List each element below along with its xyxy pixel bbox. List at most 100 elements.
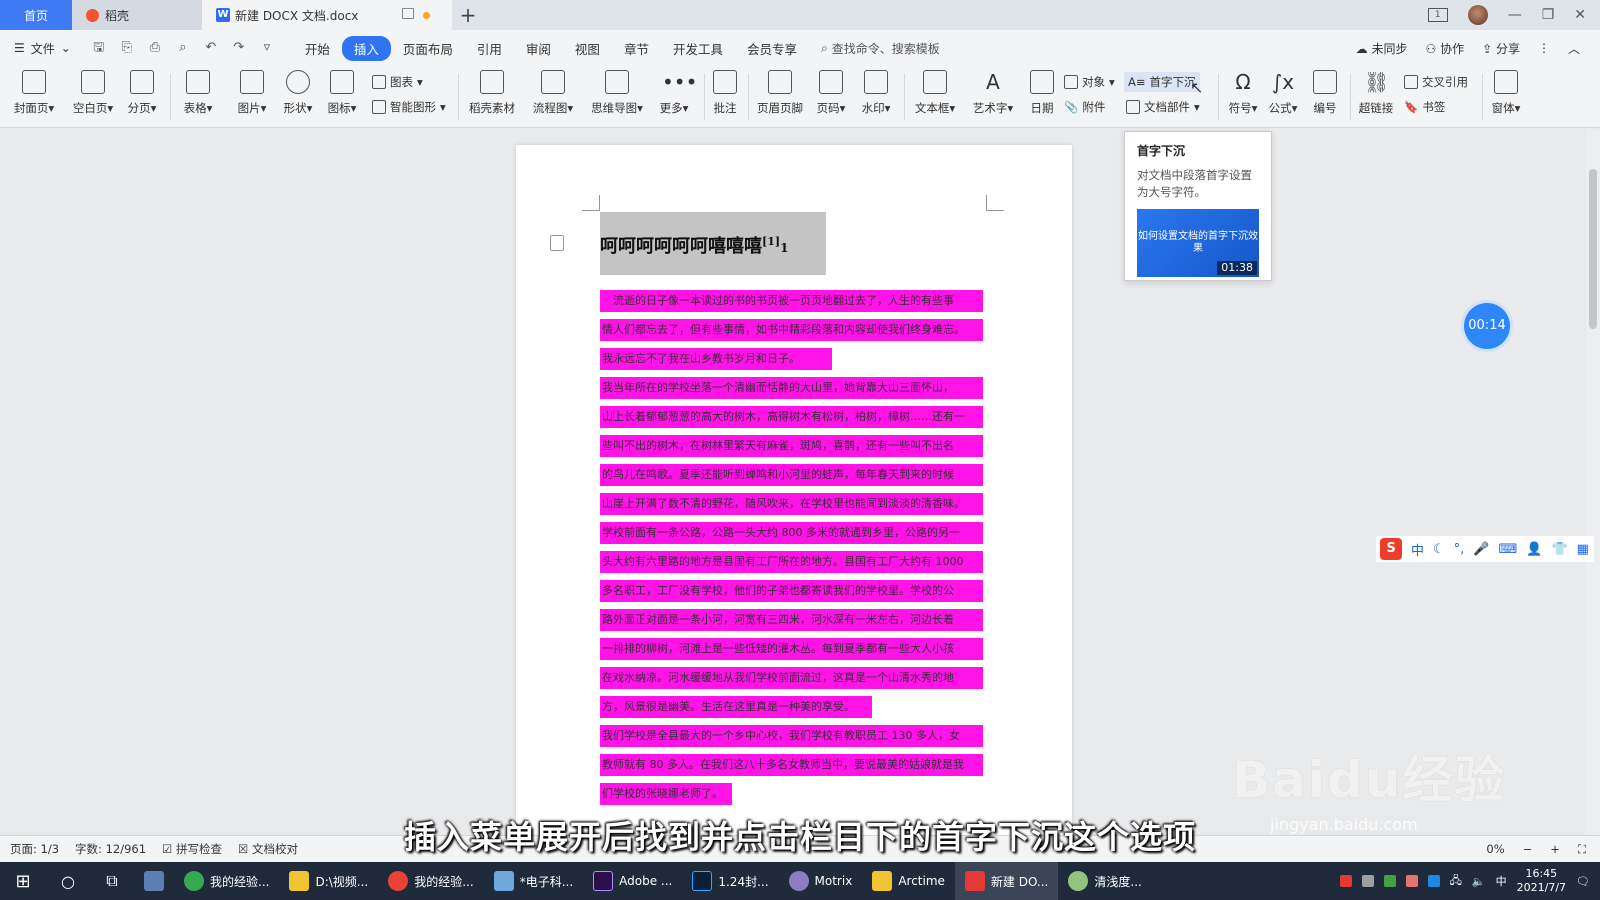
user-icon[interactable]: 👤 [1526,542,1542,557]
vertical-scrollbar[interactable] [1586,129,1600,835]
header-footer-button[interactable]: 页眉页脚 [754,70,806,116]
text-line[interactable]: 方，风景很是幽美。生活在这里真是一种美的享受。 [600,696,872,718]
wps-tray-icon[interactable] [1339,875,1352,887]
icon-library-button[interactable]: 图标▾ [324,70,360,116]
windows-start-icon[interactable]: ⊞ [0,871,46,892]
daoke-material-button[interactable]: 稻壳素材 [466,70,518,116]
taskbar-app-photoshop[interactable]: 1.24封... [682,862,778,900]
recording-timer[interactable]: 00:14 [1464,303,1510,349]
moon-icon[interactable]: ☾ [1433,542,1445,557]
crossref-button[interactable]: 交叉引用 [1404,74,1468,90]
tutorial-video-thumbnail[interactable]: 如何设置文档的首字下沉效果 01:38 [1137,209,1259,277]
menu-start[interactable]: 开始 [293,39,342,58]
tab-document[interactable]: W 新建 DOCX 文档.docx [202,0,452,30]
chart-button[interactable]: 图表 ▾ [372,74,423,90]
page-break-button[interactable]: 分页▾ [124,70,160,116]
document-heading[interactable]: 呵呵呵呵呵呵嘻嘻嘻[1]1 [600,232,788,258]
object-button[interactable]: 对象 ▾ [1064,74,1115,90]
text-line[interactable]: 情人们都忘去了，但有些事情，如书中精彩段落和内容却使我们终身难忘。 [600,319,983,341]
new-tab-button[interactable]: + [452,0,484,30]
system-clock[interactable]: 16:45 2021/7/7 [1517,867,1566,895]
minimize-icon[interactable]: — [1508,7,1522,23]
redo-icon[interactable]: ↷ [231,40,247,56]
customize-icon[interactable]: ▿ [259,40,275,56]
menu-references[interactable]: 引用 [465,39,514,58]
docparts-button[interactable]: 文档部件 ▾ [1126,99,1200,115]
save-icon[interactable]: 🖫 [91,40,107,56]
taskbar-app-motrix[interactable]: Motrix [779,862,863,900]
menu-review[interactable]: 审阅 [514,39,563,58]
footnote-ref[interactable]: [1] [762,235,780,248]
restore-icon[interactable]: ❐ [1542,7,1555,23]
cover-page-button[interactable]: 封面页▾ [12,70,56,116]
text-line[interactable]: 的鸟儿在鸣歌。夏季还能听到蝉鸣和小河里的蛙声，每年春天到来的时候 [600,464,983,486]
taskbar-app-image[interactable] [134,862,174,900]
mindmap-button[interactable]: 思维导图▾ [586,70,648,116]
date-button[interactable]: 日期 [1028,70,1056,116]
text-line[interactable]: 学校前面有一条公路，公路一头大约 800 多米的就通到乡里，公路的另一 [600,522,983,544]
text-line[interactable]: 流逝的日子像一本读过的书的书页被一页页地翻过去了，人生的有些事 [600,290,983,312]
text-line[interactable]: 山崖上开满了数不清的野花，随风吹来，在学校里也能闻到淡淡的清香味。 [600,493,983,515]
command-search[interactable]: ⌕ 查找命令、搜索模板 [821,40,940,57]
taskbar-app-wps[interactable]: 新建 DO... [954,862,1059,900]
menu-view[interactable]: 视图 [563,39,612,58]
tray-icon[interactable] [1405,875,1418,887]
output-icon[interactable]: ⎘ [119,40,135,56]
table-button[interactable]: 表格▾ [180,70,216,116]
tab-daoke[interactable]: 稻壳 [72,0,202,30]
text-line[interactable]: 多名职工，工厂没有学校，他们的子弟也都寄读我们的学校里。学校的公 [600,580,983,602]
collapse-ribbon-icon[interactable]: ︿ [1568,40,1580,57]
notification-icon[interactable]: 🗨 [1576,875,1590,888]
menu-layout[interactable]: 页面布局 [391,39,465,58]
taskbar-app-qingqian[interactable]: 清浅度... [1058,862,1151,900]
textbox-button[interactable]: 文本框▾ [912,70,958,116]
tray-icon[interactable] [1383,875,1396,887]
numbering-button[interactable]: 编号 [1310,70,1340,116]
taskbar-app-notes[interactable]: *电子科... [484,862,583,900]
grid-icon[interactable]: ▦ [1577,542,1589,557]
window-pin-icon[interactable] [402,8,414,19]
taskbar-app-chrome-2[interactable]: 我的经验... [378,862,483,900]
scrollbar-thumb[interactable] [1589,169,1597,329]
symbol-button[interactable]: Ω 符号▾ [1226,70,1260,116]
smartart-button[interactable]: 智能图形 ▾ [372,99,446,115]
menu-section[interactable]: 章节 [612,39,661,58]
file-menu[interactable]: ☰ 文件 ⌄ [14,40,71,57]
taskbar-ime[interactable]: 中 [1496,873,1507,889]
more-button[interactable]: ••• 更多▾ [656,70,698,116]
text-line[interactable]: 们学校的张晓娜老师了。 [600,783,732,805]
text-line[interactable]: 一排排的柳树，河滩上是一些低矮的灌木丛。每到夏季都有一些大人小孩 [600,638,983,660]
close-icon[interactable]: ✕ [1574,7,1586,23]
picture-button[interactable]: 图片▾ [234,70,270,116]
watermark-button[interactable]: 水印▾ [858,70,894,116]
tab-home[interactable]: 首页 [0,0,72,30]
wordart-button[interactable]: A 艺术字▾ [970,70,1016,116]
volume-icon[interactable]: 🔈 [1472,875,1486,888]
print-icon[interactable]: ⎙ [147,40,163,56]
collaborate-button[interactable]: ⚇ 协作 [1425,40,1464,57]
menu-member[interactable]: 会员专享 [735,39,809,58]
document-page[interactable]: 呵呵呵呵呵呵嘻嘻嘻[1]1 流逝的日子像一本读过的书的书页被一页页地翻过去了，人… [516,145,1072,845]
text-line[interactable]: 山上长着郁郁葱葱的高大的树木，高得树木有松树，柏树，樟树……还有一 [600,406,983,428]
hyperlink-button[interactable]: ⛓ 超链接 [1356,70,1396,116]
comment-button[interactable]: 批注 [710,70,740,116]
formula-button[interactable]: ∫x 公式▾ [1266,70,1300,116]
punctuation-icon[interactable]: °, [1454,542,1465,557]
taskbar-app-arctime[interactable]: Arctime [862,862,955,900]
workspace-icon[interactable]: 1 [1427,8,1448,22]
text-line[interactable]: 我永远忘不了我在山乡教书岁月和日子。 [600,348,832,370]
page-number-button[interactable]: 页码▾ [814,70,848,116]
blank-page-button[interactable]: 空白页▾ [68,70,118,116]
dropcap-button[interactable]: A≡ 首字下沉 [1124,72,1200,92]
print-preview-icon[interactable]: ⌕ [175,40,191,56]
avatar[interactable] [1467,5,1488,25]
skin-icon[interactable]: 👕 [1551,542,1567,557]
document-canvas[interactable]: 呵呵呵呵呵呵嘻嘻嘻[1]1 流逝的日子像一本读过的书的书页被一页页地翻过去了，人… [0,129,1586,845]
text-line[interactable]: 我们学校是全县最大的一个乡中心校，我们学校有教职员工 130 多人，女 [600,725,983,747]
tray-icon[interactable] [1361,875,1374,887]
bookmark-button[interactable]: 🔖 书签 [1404,99,1445,115]
undo-icon[interactable]: ↶ [203,40,219,56]
form-button[interactable]: 窗体▾ [1488,70,1524,116]
taskbar-app-explorer[interactable]: D:\视频... [279,862,378,900]
share-button[interactable]: ⇪ 分享 [1482,40,1520,57]
